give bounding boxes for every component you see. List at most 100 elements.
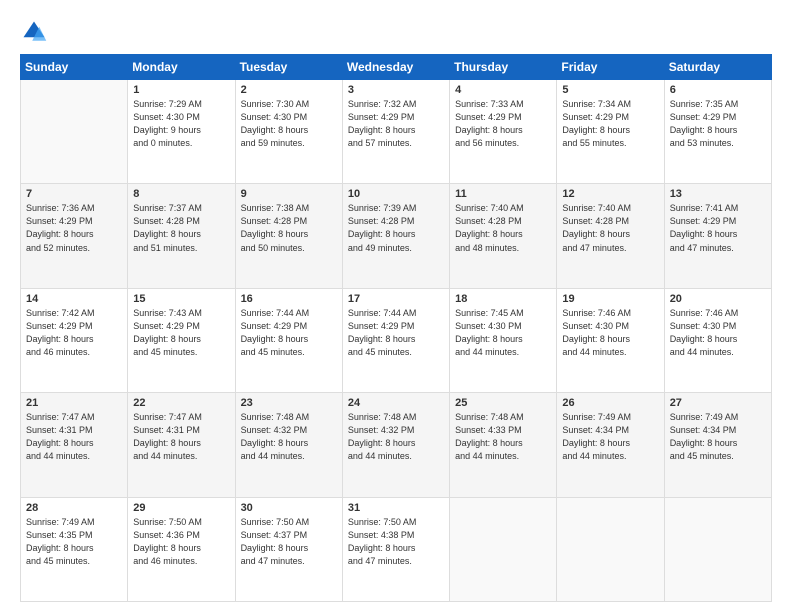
weekday-header-saturday: Saturday (664, 55, 771, 80)
day-info: Sunrise: 7:48 AM Sunset: 4:33 PM Dayligh… (455, 411, 551, 463)
weekday-header-sunday: Sunday (21, 55, 128, 80)
day-info: Sunrise: 7:40 AM Sunset: 4:28 PM Dayligh… (455, 202, 551, 254)
day-cell-1: 1 Sunrise: 7:29 AM Sunset: 4:30 PM Daylig… (128, 80, 235, 184)
day-number: 2 (241, 84, 337, 96)
day-info: Sunrise: 7:34 AM Sunset: 4:29 PM Dayligh… (562, 98, 658, 150)
week-row-1: 7 Sunrise: 7:36 AM Sunset: 4:29 PM Daylig… (21, 184, 772, 288)
day-number: 24 (348, 397, 444, 409)
day-cell-5: 5Sunrise: 7:34 AM Sunset: 4:29 PM Daylig… (557, 80, 664, 184)
day-number: 9 (241, 188, 337, 200)
day-cell-27: 27 Sunrise: 7:49 AM Sunset: 4:34 PM Dayli… (664, 393, 771, 497)
day-number: 4 (455, 84, 551, 96)
page: SundayMondayTuesdayWednesdayThursdayFrid… (0, 0, 792, 612)
day-number: 27 (670, 397, 766, 409)
day-number: 15 (133, 293, 229, 305)
day-number: 28 (26, 502, 122, 514)
day-cell-19: 19Sunrise: 7:46 AM Sunset: 4:30 PM Dayli… (557, 288, 664, 392)
day-cell-9: 9 Sunrise: 7:38 AM Sunset: 4:28 PM Daylig… (235, 184, 342, 288)
empty-cell (557, 497, 664, 601)
day-info: Sunrise: 7:35 AM Sunset: 4:29 PM Dayligh… (670, 98, 766, 150)
day-cell-26: 26 Sunrise: 7:49 AM Sunset: 4:34 PM Dayli… (557, 393, 664, 497)
day-number: 31 (348, 502, 444, 514)
day-info: Sunrise: 7:33 AM Sunset: 4:29 PM Dayligh… (455, 98, 551, 150)
day-info: Sunrise: 7:30 AM Sunset: 4:30 PM Dayligh… (241, 98, 337, 150)
day-number: 8 (133, 188, 229, 200)
header (20, 18, 772, 46)
day-info: Sunrise: 7:41 AM Sunset: 4:29 PM Dayligh… (670, 202, 766, 254)
day-info: Sunrise: 7:49 AM Sunset: 4:35 PM Dayligh… (26, 516, 122, 568)
day-number: 25 (455, 397, 551, 409)
day-number: 29 (133, 502, 229, 514)
day-info: Sunrise: 7:38 AM Sunset: 4:28 PM Dayligh… (241, 202, 337, 254)
day-cell-10: 10Sunrise: 7:39 AM Sunset: 4:28 PM Dayli… (342, 184, 449, 288)
day-cell-2: 2 Sunrise: 7:30 AM Sunset: 4:30 PM Daylig… (235, 80, 342, 184)
day-info: Sunrise: 7:48 AM Sunset: 4:32 PM Dayligh… (348, 411, 444, 463)
day-cell-6: 6 Sunrise: 7:35 AM Sunset: 4:29 PM Daylig… (664, 80, 771, 184)
logo (20, 18, 52, 46)
day-info: Sunrise: 7:44 AM Sunset: 4:29 PM Dayligh… (241, 307, 337, 359)
day-cell-24: 24 Sunrise: 7:48 AM Sunset: 4:32 PM Dayli… (342, 393, 449, 497)
day-info: Sunrise: 7:46 AM Sunset: 4:30 PM Dayligh… (670, 307, 766, 359)
empty-cell (664, 497, 771, 601)
day-info: Sunrise: 7:45 AM Sunset: 4:30 PM Dayligh… (455, 307, 551, 359)
day-cell-21: 21 Sunrise: 7:47 AM Sunset: 4:31 PM Dayli… (21, 393, 128, 497)
day-info: Sunrise: 7:44 AM Sunset: 4:29 PM Dayligh… (348, 307, 444, 359)
day-cell-13: 13 Sunrise: 7:41 AM Sunset: 4:29 PM Dayli… (664, 184, 771, 288)
day-cell-18: 18 Sunrise: 7:45 AM Sunset: 4:30 PM Dayli… (450, 288, 557, 392)
day-number: 14 (26, 293, 122, 305)
day-info: Sunrise: 7:37 AM Sunset: 4:28 PM Dayligh… (133, 202, 229, 254)
day-number: 22 (133, 397, 229, 409)
week-row-4: 28 Sunrise: 7:49 AM Sunset: 4:35 PM Dayli… (21, 497, 772, 601)
weekday-header-row: SundayMondayTuesdayWednesdayThursdayFrid… (21, 55, 772, 80)
day-cell-30: 30Sunrise: 7:50 AM Sunset: 4:37 PM Dayli… (235, 497, 342, 601)
week-row-3: 21 Sunrise: 7:47 AM Sunset: 4:31 PM Dayli… (21, 393, 772, 497)
empty-cell (21, 80, 128, 184)
day-number: 18 (455, 293, 551, 305)
weekday-header-tuesday: Tuesday (235, 55, 342, 80)
day-number: 23 (241, 397, 337, 409)
day-number: 21 (26, 397, 122, 409)
day-number: 7 (26, 188, 122, 200)
day-cell-7: 7 Sunrise: 7:36 AM Sunset: 4:29 PM Daylig… (21, 184, 128, 288)
day-cell-23: 23Sunrise: 7:48 AM Sunset: 4:32 PM Dayli… (235, 393, 342, 497)
day-cell-17: 17 Sunrise: 7:44 AM Sunset: 4:29 PM Dayli… (342, 288, 449, 392)
day-info: Sunrise: 7:36 AM Sunset: 4:29 PM Dayligh… (26, 202, 122, 254)
week-row-2: 14Sunrise: 7:42 AM Sunset: 4:29 PM Dayli… (21, 288, 772, 392)
day-cell-8: 8 Sunrise: 7:37 AM Sunset: 4:28 PM Daylig… (128, 184, 235, 288)
day-info: Sunrise: 7:50 AM Sunset: 4:38 PM Dayligh… (348, 516, 444, 568)
weekday-header-friday: Friday (557, 55, 664, 80)
day-info: Sunrise: 7:49 AM Sunset: 4:34 PM Dayligh… (670, 411, 766, 463)
day-cell-31: 31 Sunrise: 7:50 AM Sunset: 4:38 PM Dayli… (342, 497, 449, 601)
day-number: 6 (670, 84, 766, 96)
weekday-header-thursday: Thursday (450, 55, 557, 80)
weekday-header-wednesday: Wednesday (342, 55, 449, 80)
empty-cell (450, 497, 557, 601)
day-number: 19 (562, 293, 658, 305)
day-number: 3 (348, 84, 444, 96)
day-number: 12 (562, 188, 658, 200)
day-number: 30 (241, 502, 337, 514)
day-cell-12: 12 Sunrise: 7:40 AM Sunset: 4:28 PM Dayli… (557, 184, 664, 288)
day-number: 26 (562, 397, 658, 409)
logo-icon (20, 18, 48, 46)
day-number: 20 (670, 293, 766, 305)
day-cell-4: 4 Sunrise: 7:33 AM Sunset: 4:29 PM Daylig… (450, 80, 557, 184)
day-info: Sunrise: 7:43 AM Sunset: 4:29 PM Dayligh… (133, 307, 229, 359)
day-info: Sunrise: 7:49 AM Sunset: 4:34 PM Dayligh… (562, 411, 658, 463)
day-cell-11: 11 Sunrise: 7:40 AM Sunset: 4:28 PM Dayli… (450, 184, 557, 288)
day-number: 1 (133, 84, 229, 96)
day-number: 13 (670, 188, 766, 200)
day-number: 17 (348, 293, 444, 305)
day-cell-20: 20 Sunrise: 7:46 AM Sunset: 4:30 PM Dayli… (664, 288, 771, 392)
day-info: Sunrise: 7:32 AM Sunset: 4:29 PM Dayligh… (348, 98, 444, 150)
day-cell-28: 28 Sunrise: 7:49 AM Sunset: 4:35 PM Dayli… (21, 497, 128, 601)
day-number: 16 (241, 293, 337, 305)
day-cell-29: 29Sunrise: 7:50 AM Sunset: 4:36 PM Dayli… (128, 497, 235, 601)
day-info: Sunrise: 7:29 AM Sunset: 4:30 PM Dayligh… (133, 98, 229, 150)
day-cell-25: 25 Sunrise: 7:48 AM Sunset: 4:33 PM Dayli… (450, 393, 557, 497)
day-info: Sunrise: 7:40 AM Sunset: 4:28 PM Dayligh… (562, 202, 658, 254)
day-cell-3: 3 Sunrise: 7:32 AM Sunset: 4:29 PM Daylig… (342, 80, 449, 184)
week-row-0: 1 Sunrise: 7:29 AM Sunset: 4:30 PM Daylig… (21, 80, 772, 184)
day-number: 11 (455, 188, 551, 200)
day-info: Sunrise: 7:47 AM Sunset: 4:31 PM Dayligh… (26, 411, 122, 463)
